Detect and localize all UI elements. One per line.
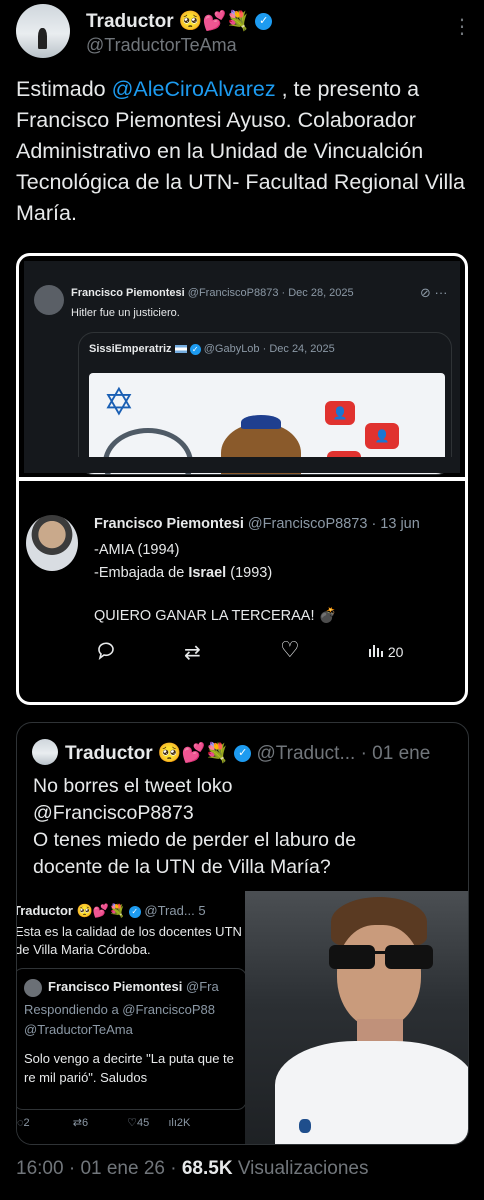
quote-text: No borres el tweet loko @FranciscoP8873 … [33,773,463,881]
quote-header: Traductor 🥺💕💐 ✓ @Traduct... · 01 ene [65,741,430,765]
views-count: 20 [368,643,403,660]
views-total: 68.5K [181,1158,233,1179]
shot1-grok-icon: ⊘ ··· [420,285,448,300]
shot1-bottom-bar [24,457,460,473]
shot1-quoted-tweet: SissiEmperatriz ✓ @GabyLob · Dec 24, 202… [78,332,452,475]
tweet-date: 01 ene 26 [80,1158,165,1179]
retweet-icon: ⇄ [184,642,201,664]
meta-separator-1: · [68,1158,76,1179]
notification-badge-2-icon: 👤 [365,423,399,449]
quote-verified-icon: ✓ [234,745,252,763]
nested-replying-2: @TraductorTeAma [24,1022,133,1037]
inner-views-icon: ılı [168,1117,177,1129]
shot2-line1: -AMIA (1994) [94,542,180,558]
inner-extra: 5 [198,903,206,918]
shot1-quoted-handle-date: @GabyLob · Dec 24, 2025 [203,343,335,355]
inner-reply-count: 2 [23,1117,30,1129]
nested-text: Solo vengo a decirte "La puta que te re … [24,1051,234,1085]
star-of-david-icon: ✡ [103,382,135,424]
shot2-avatar [26,515,78,571]
inner-stats: ◌2 ⇄6 ♡45 ılı2K [17,1116,245,1129]
reply-icon [96,640,116,665]
views-label[interactable]: Visualizaciones [238,1158,369,1179]
author-name: Traductor [86,11,174,32]
shot2-line2-bold: Israel [188,565,227,581]
quote-handle-date: @Traduct... · 01 ene [256,743,431,764]
inner-retweet-count: 6 [81,1117,89,1129]
like-icon: ♡ [280,637,300,662]
shot2-handle-date: @FranciscoP8873 · 13 jun [247,516,420,532]
nested-quote: Francisco Piemontesi @Fra Respondiendo a… [17,968,245,1110]
shot1-verified-icon: ✓ [189,343,201,355]
quote-line-2: @FranciscoP8873 [33,802,194,824]
photo-face [337,925,421,1029]
tweet-text-pre: Estimado [16,77,112,101]
media-divider [19,477,465,481]
quote-tweet-card[interactable]: Traductor 🥺💕💐 ✓ @Traduct... · 01 ene No … [16,722,469,1145]
quote-avatar [32,739,58,765]
inner-like-icon: ♡ [127,1117,138,1129]
shot2-line3: QUIERO GANAR LA TERCERAA! 💣 [94,608,337,624]
tweet-time: 16:00 [16,1158,64,1179]
author-name-row[interactable]: Traductor 🥺💕💐 ✓ [86,10,273,33]
shot1-quoted-header: SissiEmperatriz ✓ @GabyLob · Dec 24, 202… [89,343,335,355]
screenshot-2: Francisco Piemontesi @FranciscoP8873 · 1… [24,485,460,697]
quote-media[interactable]: Traductor 🥺💕💐 ✓ @Trad... 5 Esta es la ca… [17,891,468,1144]
notification-badge-1-icon: 👤 [325,401,355,425]
avatar-figure [37,28,48,49]
shot2-name: Francisco Piemontesi [94,516,244,532]
author-handle[interactable]: @TraductorTeAma [86,35,237,56]
tweet-text: Estimado @AleCiroAlvarez , te presento a… [16,74,471,229]
person-photo [245,891,468,1144]
author-avatar[interactable] [16,4,70,58]
views-value: 20 [387,644,404,660]
shot1-avatar [34,285,64,315]
quote-line-1: No borres el tweet loko [33,775,233,797]
nested-avatar [24,979,42,997]
media-container[interactable]: Francisco Piemontesi @FranciscoP8873 · D… [16,253,468,705]
author-emojis: 🥺💕💐 [178,10,250,32]
sunglasses-bridge [373,951,387,954]
inner-verified-icon: ✓ [128,905,141,918]
nested-header: Francisco Piemontesi @Fra [48,979,219,994]
views-bars-icon [368,643,384,660]
meta-separator-2: · [170,1158,177,1179]
inner-retweet-icon: ⇄ [72,1117,82,1129]
inner-like-count: 45 [137,1117,150,1129]
nested-replying: Respondiendo a @FranciscoP88 [24,1002,215,1017]
tweet-meta: 16:00 · 01 ene 26 · 68.5K Visualizacione… [16,1158,368,1180]
shot2-line2-pre: -Embajada de [94,565,189,581]
inner-tweet-screenshot: Traductor 🥺💕💐 ✓ @Trad... 5 Esta es la ca… [17,891,245,1144]
inner-header: Traductor 🥺💕💐 ✓ @Trad... 5 [17,903,206,919]
shot1-name: Francisco Piemontesi [71,287,185,299]
inner-name: Traductor [17,903,73,918]
shot2-line2: -Embajada de Israel (1993) [94,565,272,581]
shot1-header: Francisco Piemontesi @FranciscoP8873 · D… [71,287,354,299]
shot2-line2-post: (1993) [226,565,273,581]
sunglasses-right-lens [385,945,433,969]
shot2-header: Francisco Piemontesi @FranciscoP8873 · 1… [94,516,420,532]
shot1-handle-date: @FranciscoP8873 · Dec 28, 2025 [187,287,354,299]
quote-emojis: 🥺💕💐 [157,742,229,764]
illustration-kippah [241,415,281,429]
nested-handle: @Fra [186,979,219,994]
inner-views-count: 2K [176,1117,191,1129]
verified-badge-icon: ✓ [255,13,273,31]
screenshot-1: Francisco Piemontesi @FranciscoP8873 · D… [24,261,460,475]
quote-name: Traductor [65,743,153,764]
inner-handle: @Trad... [144,903,195,918]
mention-link[interactable]: @AleCiroAlvarez [112,77,276,101]
shot1-quoted-name: SissiEmperatriz [89,343,172,355]
quote-line-4: docente de la UTN de Villa María? [33,856,331,878]
shot1-text: Hitler fue un justiciero. [71,307,180,319]
shirt-logo-icon [299,1119,311,1133]
inner-emojis: 🥺💕💐 [76,904,126,919]
more-options-icon[interactable]: ⋮ [452,14,472,39]
inner-text: Esta es la calidad de los docentes UTN d… [17,924,242,957]
sunglasses-icon [329,945,433,969]
sunglasses-left-lens [329,945,375,969]
quote-line-3: O tenes miedo de perder el laburo de [33,829,357,851]
nested-name: Francisco Piemontesi [48,979,183,994]
argentina-flag-icon [174,345,187,354]
